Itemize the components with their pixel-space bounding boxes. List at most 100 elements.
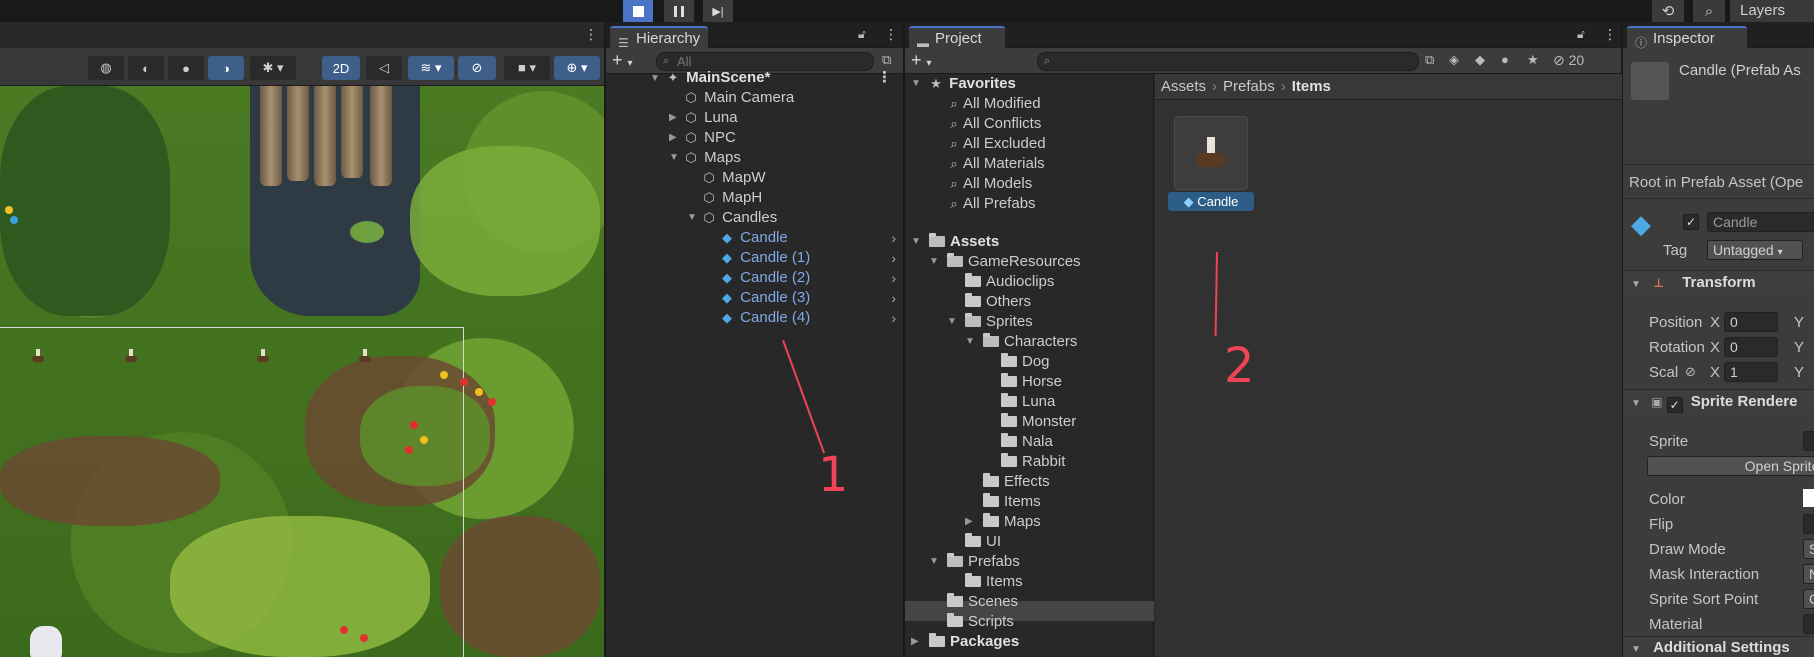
candle-sprite[interactable]	[357, 348, 373, 364]
candle-sprite[interactable]	[30, 348, 46, 364]
folder-item[interactable]: Maps	[983, 512, 1041, 532]
component-enabled-checkbox[interactable]: ✓	[1666, 397, 1683, 413]
favorite-item[interactable]: ⌕ All Conflicts	[945, 114, 1041, 134]
history-button[interactable]: ⟲	[1652, 0, 1684, 22]
expand-arrow[interactable]: ▼	[669, 148, 679, 168]
expand-arrow[interactable]: ▶	[669, 108, 677, 128]
transform-header[interactable]: ▼ ⊥ Transform	[1623, 270, 1814, 294]
more-options-icon[interactable]: ⋮	[877, 68, 892, 88]
audio-toggle[interactable]: ◁	[366, 56, 402, 80]
color-swatch[interactable]	[1803, 489, 1814, 507]
tree-item-maps[interactable]: ⬡ Maps	[682, 148, 741, 168]
expand-arrow[interactable]: ▶	[911, 632, 919, 652]
tree-item-npc[interactable]: ⬡ NPC	[682, 128, 736, 148]
favorite-item[interactable]: ⌕ All Modified	[945, 94, 1040, 114]
expand-arrow[interactable]: ▼	[911, 232, 921, 252]
effects-dropdown[interactable]: ≋ ▾	[408, 56, 454, 80]
more-options-icon[interactable]: ⋮	[584, 26, 598, 43]
candle-asset-label[interactable]: ◆ Candle	[1168, 192, 1254, 211]
expand-arrow[interactable]: ▼	[965, 332, 975, 352]
tree-item-maph[interactable]: ⬡ MapH	[700, 188, 762, 208]
folder-item[interactable]: Audioclips	[965, 272, 1054, 292]
hidden-packages-toggle[interactable]: ⊘ 20	[1553, 52, 1584, 69]
tab-project[interactable]: ▬ Project	[909, 26, 1005, 50]
breadcrumb-item-current[interactable]: Items	[1292, 78, 1331, 95]
lock-icon[interactable]: 🔓︎	[858, 27, 866, 42]
sort-point-dropdown[interactable]: C	[1803, 589, 1814, 609]
tree-item-candle-1[interactable]: ◆ Candle (1) ›	[718, 248, 904, 268]
favorite-item[interactable]: ⌕ All Excluded	[945, 134, 1045, 154]
search-options-icon[interactable]: ⧉	[882, 52, 891, 68]
folder-item[interactable]: Horse	[1001, 372, 1062, 392]
scene-view[interactable]: ⋮ ◍ ◐ ● ◑ ✱ ▾ 2D ◁ ≋ ▾ ⊘ ■ ▾ ⊕ ▾	[0, 22, 604, 657]
open-sprite-editor-button[interactable]: Open Sprite	[1647, 456, 1814, 476]
expand-arrow[interactable]: ▼	[687, 208, 697, 228]
more-options-icon[interactable]: ⋮	[884, 26, 898, 43]
tree-item-main-camera[interactable]: ⬡ Main Camera	[682, 88, 794, 108]
search-options-icon[interactable]: ⧉	[1425, 52, 1434, 68]
folder-item[interactable]: Effects	[983, 472, 1050, 492]
chevron-right-icon[interactable]: ›	[891, 288, 896, 308]
chevron-right-icon[interactable]: ›	[891, 308, 896, 328]
shading-toggle[interactable]: ●	[168, 56, 204, 80]
scene-row[interactable]: ✦ MainScene* ⋮	[664, 68, 904, 88]
material-field[interactable]	[1803, 614, 1814, 634]
folder-item-selected[interactable]: Items	[965, 572, 1023, 592]
folder-item[interactable]: GameResources	[947, 252, 1081, 272]
object-name-field[interactable]: Candle	[1707, 212, 1814, 232]
tree-item-luna[interactable]: ⬡ Luna	[682, 108, 737, 128]
scale-x-field[interactable]: 1	[1724, 362, 1778, 382]
label-icon[interactable]: ◆	[1475, 52, 1485, 68]
search-button[interactable]: ⌕	[1693, 0, 1725, 22]
tree-item-candle-3[interactable]: ◆ Candle (3) ›	[718, 288, 904, 308]
create-dropdown[interactable]: + ▾	[911, 50, 932, 74]
folder-item[interactable]: Nala	[1001, 432, 1053, 452]
expand-arrow[interactable]: ▼	[911, 74, 921, 94]
chevron-right-icon[interactable]: ›	[891, 248, 896, 268]
expand-arrow[interactable]: ▼	[650, 69, 660, 89]
scene-canvas[interactable]	[0, 86, 604, 657]
folder-item[interactable]: Rabbit	[1001, 452, 1065, 472]
breadcrumb-item[interactable]: Assets	[1161, 78, 1206, 95]
candle-asset-thumbnail[interactable]	[1174, 116, 1248, 190]
scene-visibility-toggle[interactable]: ⊘	[458, 56, 496, 80]
tab-inspector[interactable]: ⓘ Inspector	[1627, 26, 1747, 50]
expand-arrow[interactable]: ▼	[929, 552, 939, 572]
2d-mode-button[interactable]: 2D	[322, 56, 360, 80]
more-options-icon[interactable]: ⋮	[1603, 26, 1617, 43]
draw-mode-dropdown[interactable]: S	[1803, 539, 1814, 559]
lock-icon[interactable]: 🔓︎	[1577, 27, 1585, 42]
favorite-item[interactable]: ⌕ All Models	[945, 174, 1032, 194]
tree-item-candle[interactable]: ◆ Candle ›	[718, 228, 904, 248]
tree-item-mapw[interactable]: ⬡ MapW	[700, 168, 765, 188]
folder-item[interactable]: Sprites	[965, 312, 1033, 332]
chevron-right-icon[interactable]: ›	[891, 228, 896, 248]
candle-sprite[interactable]	[255, 348, 271, 364]
pivot-toggle[interactable]: ◐	[128, 56, 164, 80]
candle-sprite[interactable]	[123, 348, 139, 364]
project-search-input[interactable]: ⌕	[1037, 52, 1419, 71]
expand-arrow[interactable]: ▼	[947, 312, 957, 332]
folder-item[interactable]: UI	[965, 532, 1001, 552]
camera-dropdown[interactable]: ■ ▾	[504, 56, 550, 80]
assets-header[interactable]: Assets	[929, 232, 999, 252]
folder-item[interactable]: Characters	[983, 332, 1077, 352]
warning-icon[interactable]: ●	[1501, 52, 1509, 67]
star-icon[interactable]: ★	[1527, 52, 1539, 68]
folder-item[interactable]: Scripts	[947, 612, 1014, 632]
folder-item[interactable]: Monster	[1001, 412, 1076, 432]
packages-header[interactable]: Packages	[929, 632, 1019, 652]
sprite-renderer-header[interactable]: ▼ ▣ ✓ Sprite Rendere	[1623, 389, 1814, 413]
expand-arrow[interactable]: ▼	[929, 252, 939, 272]
tree-item-candle-4[interactable]: ◆ Candle (4) ›	[718, 308, 904, 328]
breadcrumb-item[interactable]: Prefabs	[1223, 78, 1275, 95]
expand-arrow[interactable]: ▶	[965, 512, 973, 532]
link-broken-icon[interactable]: ⊘	[1685, 364, 1696, 380]
folder-item[interactable]: Others	[965, 292, 1031, 312]
tree-item-candle-2[interactable]: ◆ Candle (2) ›	[718, 268, 904, 288]
position-x-field[interactable]: 0	[1724, 312, 1778, 332]
debug-dropdown[interactable]: ✱ ▾	[250, 56, 296, 80]
step-button[interactable]: ▶|	[703, 0, 733, 22]
folder-item[interactable]: Dog	[1001, 352, 1050, 372]
expand-arrow[interactable]: ▶	[669, 128, 677, 148]
